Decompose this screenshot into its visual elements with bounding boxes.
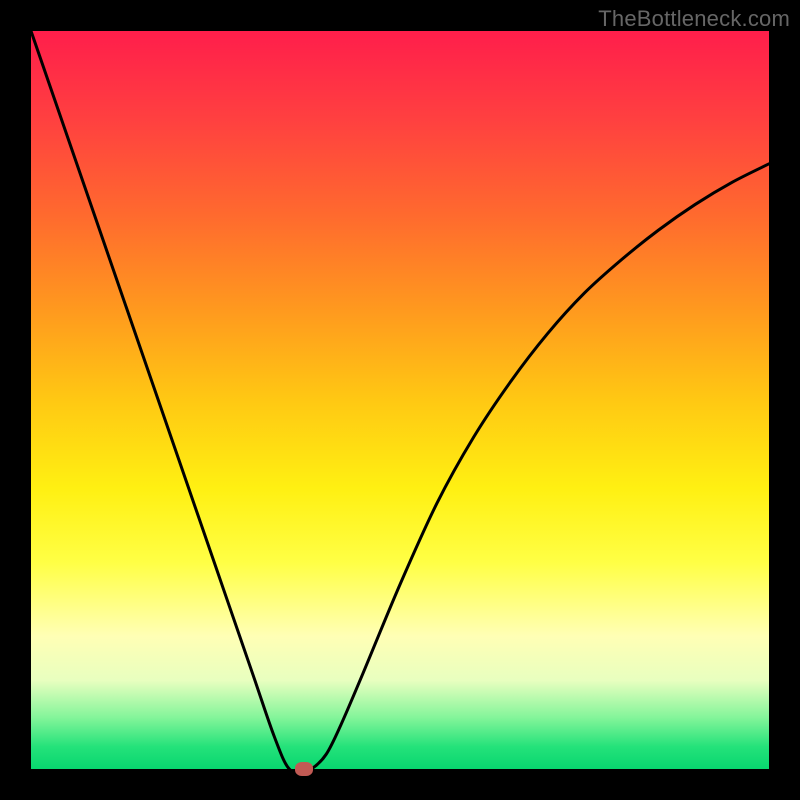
plot-area: [31, 31, 769, 769]
watermark-text: TheBottleneck.com: [598, 6, 790, 32]
curve-svg: [31, 31, 769, 769]
chart-frame: TheBottleneck.com: [0, 0, 800, 800]
optimum-marker: [295, 762, 313, 776]
bottleneck-curve: [31, 31, 769, 771]
